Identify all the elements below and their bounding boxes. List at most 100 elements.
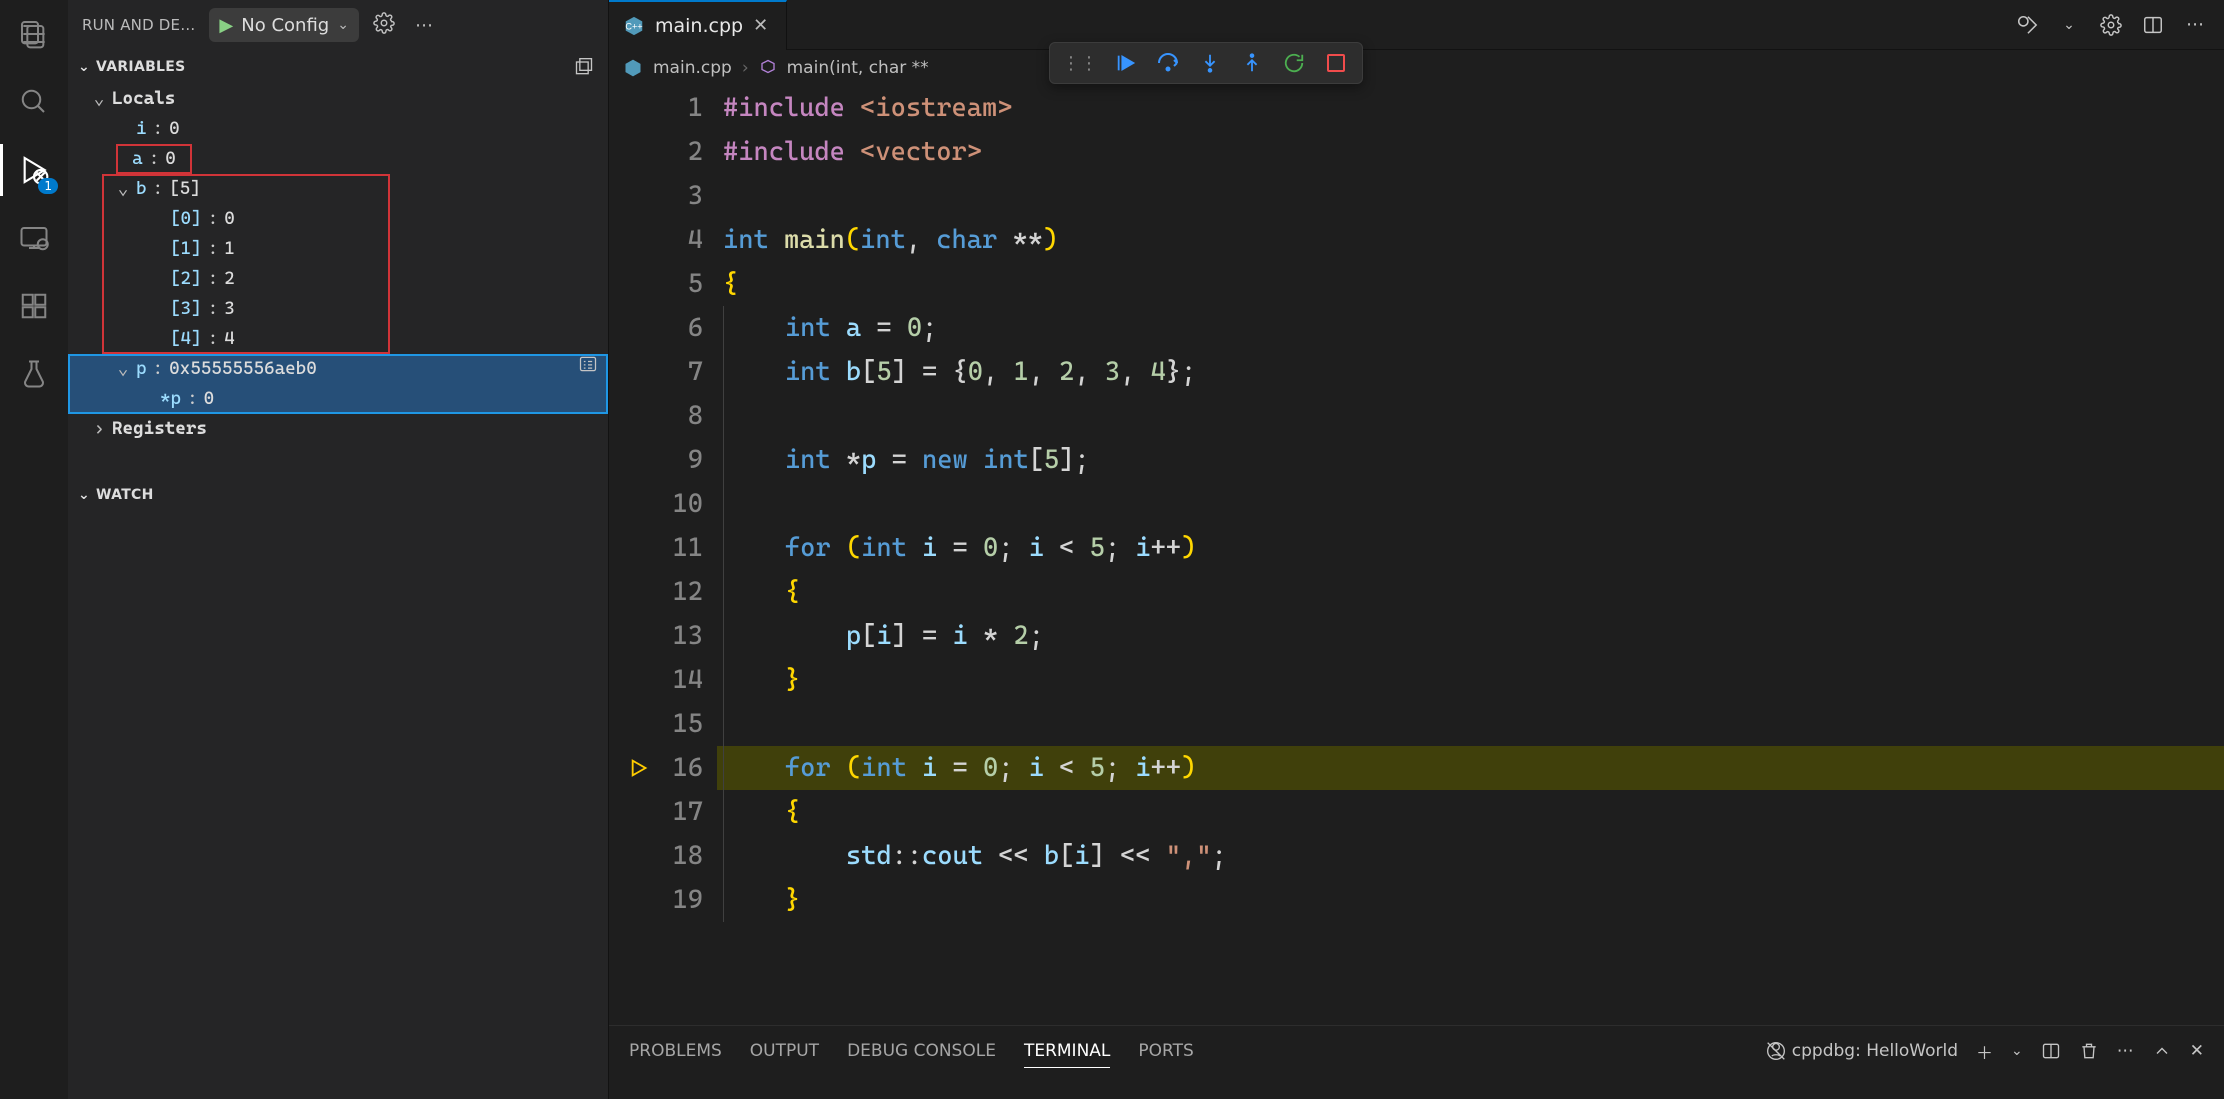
- variables-section-header[interactable]: ⌄ VARIABLES: [68, 50, 608, 84]
- terminal-launch-profile[interactable]: cppdbg: HelloWorld: [1766, 1041, 1958, 1061]
- line-number: 5: [657, 262, 703, 306]
- var-idx: [4]: [170, 324, 202, 354]
- code-line[interactable]: {: [717, 570, 2224, 614]
- code-line[interactable]: for (int i = 0; i < 5; i++): [717, 746, 2224, 790]
- scope-locals[interactable]: ⌄ Locals: [68, 84, 608, 114]
- var-b[interactable]: ⌄ b: [5]: [102, 174, 390, 204]
- code-line[interactable]: }: [717, 658, 2224, 702]
- var-idx: [2]: [170, 264, 202, 294]
- extensions-icon[interactable]: [14, 286, 54, 326]
- code-line[interactable]: }: [717, 878, 2224, 922]
- code-line[interactable]: p[i] = i * 2;: [717, 614, 2224, 658]
- kebab-icon[interactable]: ⋯: [409, 15, 439, 36]
- kebab-icon[interactable]: ⋯: [2117, 1041, 2134, 1061]
- line-number: 8: [657, 394, 703, 438]
- gear-icon[interactable]: [2098, 12, 2124, 38]
- tab-main-cpp[interactable]: C++ main.cpp ✕: [609, 0, 787, 50]
- code-line[interactable]: {: [717, 790, 2224, 834]
- search-icon[interactable]: [14, 82, 54, 122]
- close-icon[interactable]: ✕: [753, 15, 768, 36]
- line-number: 9: [657, 438, 703, 482]
- terminal-dropdown-chevron[interactable]: ⌄: [2011, 1043, 2023, 1059]
- hex-view-icon[interactable]: [578, 354, 598, 384]
- editor-tabs: C++ main.cpp ✕ ⌄ ⋯: [609, 0, 2224, 50]
- new-terminal-icon[interactable]: ＋: [1976, 1039, 1993, 1064]
- var-value: 3: [224, 294, 235, 324]
- code-line[interactable]: [717, 482, 2224, 526]
- run-and-debug-icon[interactable]: 1: [14, 150, 54, 190]
- close-panel-icon[interactable]: ✕: [2190, 1041, 2204, 1061]
- panel-tab-debug-console[interactable]: DEBUG CONSOLE: [847, 1035, 996, 1067]
- code-editor[interactable]: 12345678910111213141516171819 #include <…: [609, 86, 2224, 1025]
- line-number: 17: [657, 790, 703, 834]
- code-line[interactable]: [717, 394, 2224, 438]
- code-line[interactable]: [717, 702, 2224, 746]
- run-chevron-icon[interactable]: ⌄: [2056, 12, 2082, 38]
- testing-icon[interactable]: [14, 354, 54, 394]
- panel-tab-output[interactable]: OUTPUT: [750, 1035, 819, 1067]
- code-line[interactable]: int main(int, char **): [717, 218, 2224, 262]
- debug-run-icon[interactable]: [2014, 12, 2040, 38]
- grip-icon[interactable]: ⋮⋮: [1062, 53, 1098, 74]
- var-value: 0: [169, 114, 180, 144]
- var-name: p: [136, 354, 147, 384]
- code-line[interactable]: {: [717, 262, 2224, 306]
- code-line[interactable]: for (int i = 0; i < 5; i++): [717, 526, 2224, 570]
- panel-tab-ports[interactable]: PORTS: [1138, 1035, 1193, 1067]
- var-idx: [3]: [170, 294, 202, 324]
- kebab-icon[interactable]: ⋯: [2182, 12, 2208, 38]
- var-b-item-3[interactable]: [3]: 3: [102, 294, 390, 324]
- var-name: *p: [160, 384, 181, 414]
- continue-button[interactable]: [1112, 49, 1140, 77]
- stop-button[interactable]: [1322, 49, 1350, 77]
- code-line[interactable]: #include <iostream>: [717, 86, 2224, 130]
- var-p-deref[interactable]: *p: 0: [68, 384, 608, 414]
- chevron-down-icon: ⌄: [78, 487, 90, 503]
- var-b-item-4[interactable]: [4]: 4: [102, 324, 390, 354]
- var-b-item-1[interactable]: [1]: 1: [102, 234, 390, 264]
- var-b-item-2[interactable]: [2]: 2: [102, 264, 390, 294]
- code-line[interactable]: std::cout << b[i] << ",";: [717, 834, 2224, 878]
- maximize-panel-icon[interactable]: [2152, 1041, 2172, 1061]
- explorer-icon[interactable]: [14, 14, 54, 54]
- launch-config-dropdown[interactable]: ▶ No Config ⌄: [209, 8, 359, 42]
- var-idx: [0]: [170, 204, 202, 234]
- split-editor-icon[interactable]: [2140, 12, 2166, 38]
- code-line[interactable]: int b[5] = {0, 1, 2, 3, 4};: [717, 350, 2224, 394]
- panel-tab-problems[interactable]: PROBLEMS: [629, 1035, 722, 1067]
- split-terminal-icon[interactable]: [2041, 1041, 2061, 1061]
- registers-label: Registers: [112, 414, 207, 444]
- var-name: i: [136, 114, 147, 144]
- var-value: 2: [224, 264, 235, 294]
- line-number: 11: [657, 526, 703, 570]
- trash-icon[interactable]: [2079, 1041, 2099, 1061]
- line-number: 1: [657, 86, 703, 130]
- var-i[interactable]: i: 0: [68, 114, 608, 144]
- line-number: 19: [657, 878, 703, 922]
- var-name: b: [136, 174, 147, 204]
- breadcrumb-file: main.cpp: [653, 58, 732, 78]
- panel-tab-terminal[interactable]: TERMINAL: [1024, 1035, 1110, 1068]
- code-line[interactable]: #include <vector>: [717, 130, 2224, 174]
- restart-button[interactable]: [1280, 49, 1308, 77]
- code-line[interactable]: int *p = new int[5];: [717, 438, 2224, 482]
- scope-registers[interactable]: › Registers: [68, 414, 608, 444]
- breadcrumb[interactable]: main.cpp › main(int, char ** ⋮⋮: [609, 50, 2224, 86]
- watch-section-header[interactable]: ⌄ WATCH: [68, 478, 608, 512]
- code-line[interactable]: [717, 174, 2224, 218]
- step-into-button[interactable]: [1196, 49, 1224, 77]
- line-number: 6: [657, 306, 703, 350]
- collapse-all-icon[interactable]: [570, 53, 598, 81]
- step-out-button[interactable]: [1238, 49, 1266, 77]
- code-line[interactable]: int a = 0;: [717, 306, 2224, 350]
- run-debug-header: RUN AND DE… ▶ No Config ⌄ ⋯: [68, 0, 608, 50]
- var-b-item-0[interactable]: [0]: 0: [102, 204, 390, 234]
- var-a[interactable]: a: 0: [116, 144, 192, 174]
- step-over-button[interactable]: [1154, 49, 1182, 77]
- gear-icon[interactable]: [369, 12, 399, 39]
- tab-label: main.cpp: [655, 15, 743, 37]
- debug-toolbar[interactable]: ⋮⋮: [1049, 42, 1363, 84]
- var-p[interactable]: ⌄ p: 0x55555556aeb0: [68, 354, 608, 384]
- sidebar-title: RUN AND DE…: [82, 16, 195, 34]
- remote-explorer-icon[interactable]: [14, 218, 54, 258]
